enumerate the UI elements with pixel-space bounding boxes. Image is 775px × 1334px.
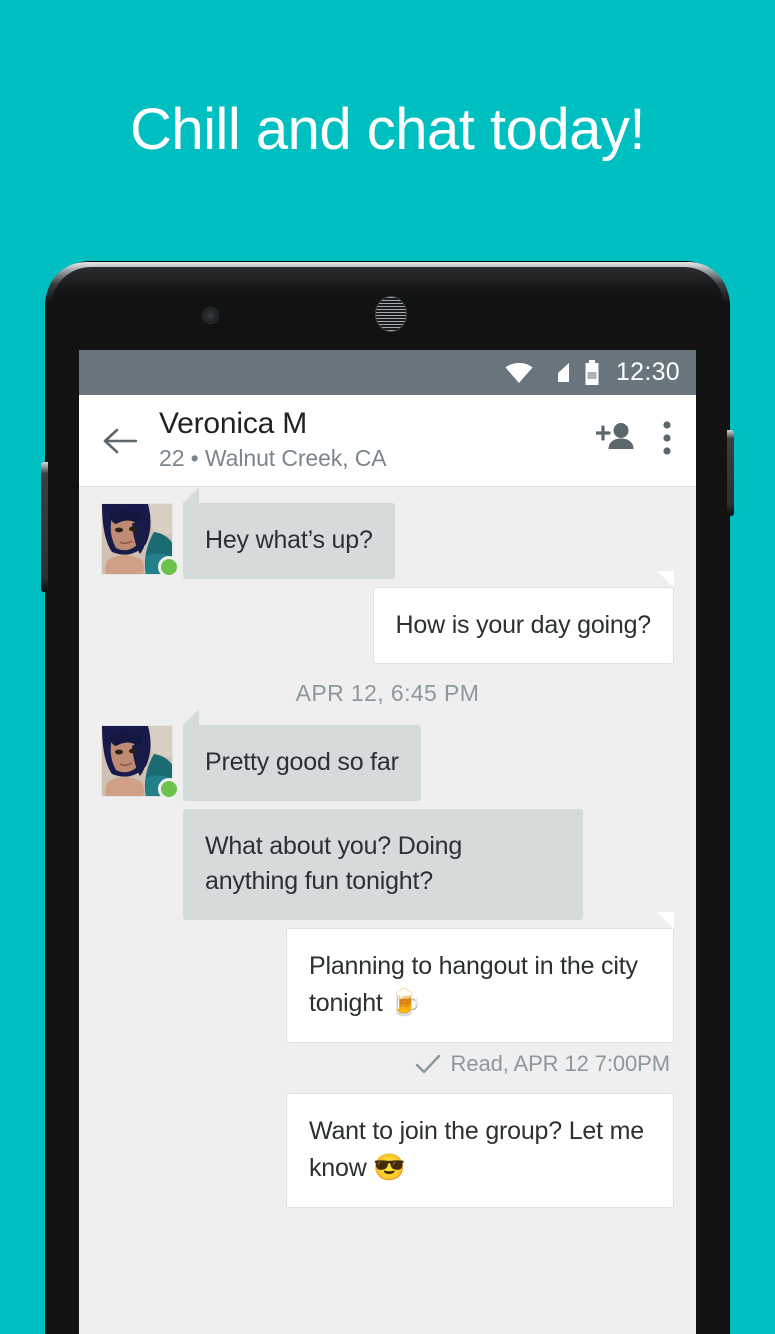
back-arrow-icon <box>103 428 137 453</box>
message-bubble[interactable]: Planning to hangout in the city tonight … <box>286 910 674 1043</box>
avatar[interactable] <box>101 725 180 800</box>
read-receipt: Read, APR 12 7:00PM <box>79 1051 696 1077</box>
message-row: Pretty good so far <box>79 709 696 801</box>
status-bar-clock: 12:30 <box>615 358 680 386</box>
message-bubble[interactable]: What about you? Doing anything fun tonig… <box>183 808 583 920</box>
volume-rocker-button[interactable] <box>41 462 48 592</box>
message-text: Planning to hangout in the city tonight <box>309 951 638 1018</box>
message-bubble[interactable]: How is your day going? <box>372 569 675 664</box>
message-bubble[interactable]: Want to join the group? Let me know 😎 <box>286 1092 674 1208</box>
phone-device-frame: 12:30 Veronica M 22 • Walnut Creek, CA H… <box>41 262 734 1334</box>
message-row: How is your day going? <box>79 569 696 664</box>
battery-icon <box>584 359 600 386</box>
message-thread[interactable]: Hey what’s up? How is your day going? AP… <box>79 487 696 1334</box>
message-text: Want to join the group? Let me know <box>309 1116 644 1183</box>
check-icon <box>415 1054 440 1073</box>
message-bubble[interactable]: Hey what’s up? <box>183 487 395 579</box>
more-vertical-icon <box>663 421 671 455</box>
overflow-menu-button[interactable] <box>662 420 672 461</box>
online-status-indicator <box>158 556 180 578</box>
status-bar: 12:30 <box>79 350 696 395</box>
promo-headline: Chill and chat today! <box>129 96 646 162</box>
back-button[interactable] <box>97 418 143 464</box>
message-row: Want to join the group? Let me know 😎 <box>79 1092 696 1208</box>
message-bubble[interactable]: Pretty good so far <box>183 709 421 801</box>
beer-emoji: 🍺 <box>389 987 422 1017</box>
message-row: Planning to hangout in the city tonight … <box>79 910 696 1043</box>
message-row: Hey what’s up? <box>79 487 696 579</box>
phone-screen: 12:30 Veronica M 22 • Walnut Creek, CA H… <box>79 350 696 1334</box>
chat-title-block[interactable]: Veronica M 22 • Walnut Creek, CA <box>159 407 596 473</box>
wifi-icon <box>504 361 534 385</box>
online-status-indicator <box>158 778 180 800</box>
earpiece-speaker-icon <box>376 297 406 331</box>
app-bar-actions <box>595 420 672 461</box>
contact-subtitle: 22 • Walnut Creek, CA <box>159 445 387 472</box>
cell-signal-icon <box>546 361 572 385</box>
front-camera-icon <box>203 308 218 323</box>
contact-name: Veronica M <box>159 407 308 441</box>
power-button[interactable] <box>727 430 734 516</box>
add-person-icon <box>595 423 634 449</box>
add-person-button[interactable] <box>595 421 636 460</box>
date-divider: APR 12, 6:45 PM <box>295 680 480 706</box>
sunglasses-emoji: 😎 <box>373 1152 406 1182</box>
message-row: What about you? Doing anything fun tonig… <box>79 808 696 920</box>
chat-app-bar: Veronica M 22 • Walnut Creek, CA <box>79 395 696 487</box>
avatar[interactable] <box>101 503 180 578</box>
read-receipt-label: Read, APR 12 7:00PM <box>450 1050 671 1076</box>
